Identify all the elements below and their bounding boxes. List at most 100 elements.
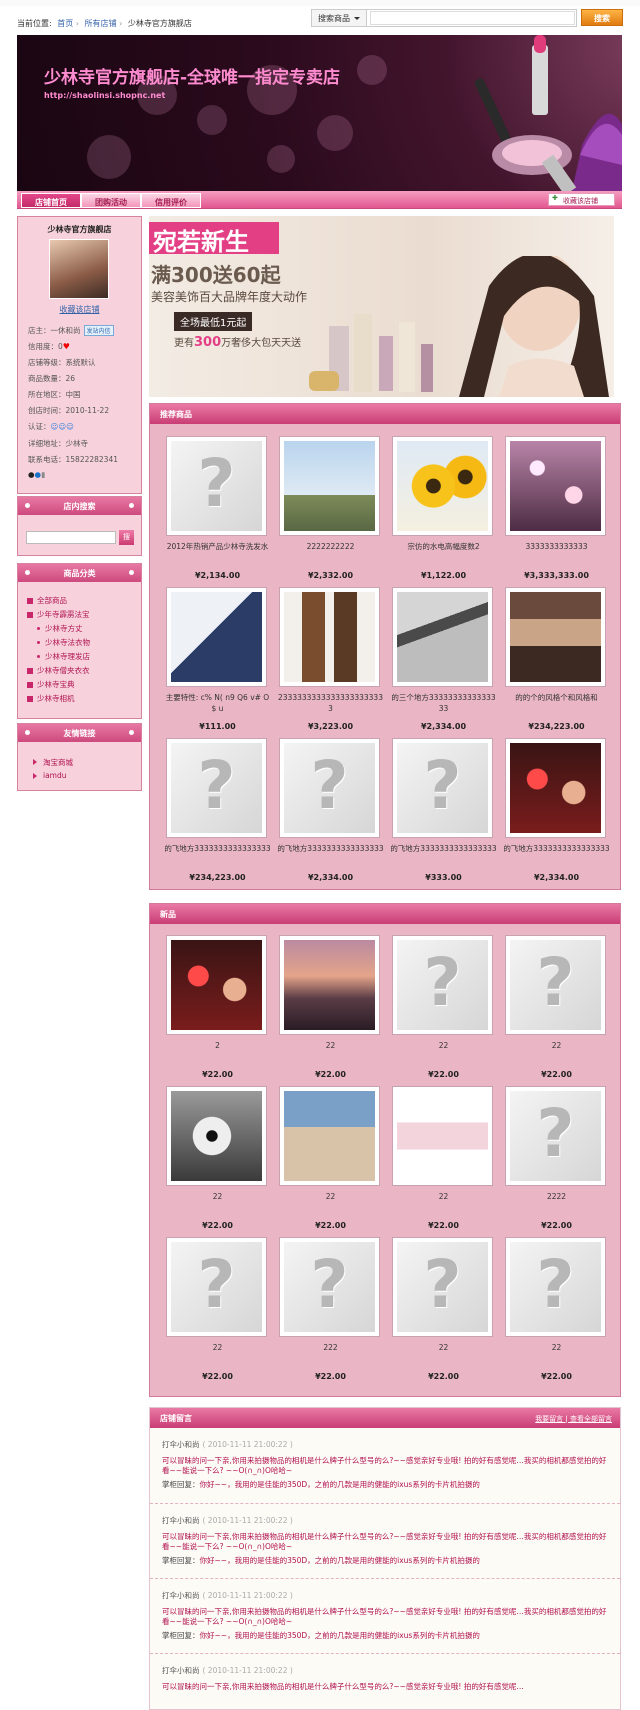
product-image[interactable] — [279, 1237, 380, 1337]
product-name[interactable]: 2222 — [503, 1191, 610, 1213]
product-image[interactable] — [279, 587, 380, 687]
verify-icon: ☺☺☺ — [50, 422, 74, 431]
credit-row: 信用度：0♥ — [28, 342, 70, 351]
product-image[interactable] — [392, 1237, 493, 1337]
product-image[interactable] — [505, 587, 606, 687]
contact-icons[interactable]: ●●▮ — [28, 470, 45, 479]
tab-shop-home[interactable]: 店铺首页 — [21, 193, 81, 208]
product-name[interactable]: 22 — [503, 1040, 610, 1062]
message-item: 打伞小和尚( 2010-11-11 21:00:22 ) 可以冒昧的问一下亲,你… — [162, 1591, 607, 1640]
product-image[interactable] — [392, 436, 493, 536]
product-image[interactable] — [392, 1086, 493, 1186]
created-row: 创店时间：2010-11-22 — [28, 406, 110, 415]
product-name[interactable]: 3333333333333 — [503, 541, 610, 563]
product-image[interactable] — [166, 738, 267, 838]
shop-nav: 店铺首页 团购活动 信用评价 ✚ 收藏该店铺 — [17, 191, 622, 209]
product-name[interactable]: 2222222222 — [277, 541, 384, 563]
friend-link[interactable]: iamdu — [27, 771, 141, 785]
promo-headline: 满300送60起 — [151, 263, 281, 287]
promo-banner[interactable]: 宛若新生 满300送60起 美容美饰百大品牌年度大动作 全场最低1元起 更有30… — [149, 216, 614, 397]
product-image[interactable] — [279, 436, 380, 536]
search-input[interactable] — [370, 11, 575, 25]
category-item[interactable]: 少林寺宝典 — [27, 679, 141, 693]
category-item[interactable]: 少林寺法衣物 — [27, 637, 141, 651]
category-item[interactable]: 少林寺僧夹衣衣 — [27, 665, 141, 679]
product-name[interactable]: 的三个地方3333333333333333 — [390, 692, 497, 714]
breadcrumb-home[interactable]: 首页 — [57, 19, 73, 28]
promo-tag: 全场最低1元起 — [174, 312, 253, 331]
product-image[interactable] — [166, 436, 267, 536]
category-item[interactable]: 少林寺方丈 — [27, 623, 141, 637]
shop-search-button[interactable]: 搜 — [119, 530, 134, 545]
product-name[interactable]: 22 — [164, 1342, 271, 1364]
friend-link[interactable]: 淘宝商城 — [27, 757, 141, 771]
tab-group-buy[interactable]: 团购活动 — [81, 193, 141, 208]
category-item[interactable]: 少林寺理发店 — [27, 651, 141, 665]
product-price: ¥333.00 — [425, 873, 462, 882]
search-button[interactable]: 搜索 — [581, 9, 623, 26]
product-name[interactable]: 的飞地方3333333333333333 — [390, 843, 497, 865]
product-image[interactable] — [166, 587, 267, 687]
product-image[interactable] — [505, 1086, 606, 1186]
product-price: ¥1,122.00 — [420, 571, 467, 580]
message-badge[interactable]: 发站内信 — [83, 325, 114, 336]
product-name[interactable]: 2012年热销产品少林寺洗发水 — [164, 541, 271, 563]
search-scope-select[interactable]: 搜索商品 — [312, 10, 367, 26]
shop-search-input[interactable] — [26, 531, 116, 544]
product-image[interactable] — [392, 587, 493, 687]
product-name[interactable]: 22 — [390, 1191, 497, 1213]
product-name[interactable]: 22 — [277, 1040, 384, 1062]
placeholder-question-icon — [171, 1242, 262, 1332]
product-image[interactable] — [279, 1086, 380, 1186]
breadcrumb-all-shops[interactable]: 所有店铺 — [85, 19, 117, 28]
product-image[interactable] — [279, 738, 380, 838]
category-item[interactable]: 少年寺霹雳法宝 — [27, 609, 141, 623]
placeholder-question-icon — [171, 743, 262, 833]
product-name[interactable]: 22 — [390, 1342, 497, 1364]
leave-message-link[interactable]: 我要留言 — [535, 1415, 563, 1423]
product-image[interactable] — [166, 935, 267, 1035]
product-price: ¥2,334.00 — [533, 873, 580, 882]
product-name[interactable]: 23333333333333333333333 — [277, 692, 384, 714]
owner-row: 店主：一休和尚 发站内信 — [28, 325, 114, 336]
product-name[interactable]: 的飞地方3333333333333333 — [277, 843, 384, 865]
product-image[interactable] — [505, 436, 606, 536]
product-name[interactable]: 22 — [164, 1191, 271, 1213]
product-image[interactable] — [392, 738, 493, 838]
category-item[interactable]: 少林寺相机 — [27, 693, 141, 707]
product-name[interactable]: 的飞地方3333333333333333 — [164, 843, 271, 865]
product-name[interactable]: 22 — [503, 1342, 610, 1364]
product-image[interactable] — [505, 738, 606, 838]
placeholder-question-icon — [171, 441, 262, 531]
product-name[interactable]: 宗仿的水电高幅度数2 — [390, 541, 497, 563]
tab-credit-review[interactable]: 信用评价 — [141, 193, 201, 208]
product-name[interactable]: 的飞地方3333333333333333 — [503, 843, 610, 865]
product-image[interactable] — [166, 1086, 267, 1186]
phone-row: 联系电话：15822282341 — [28, 455, 118, 464]
product-name[interactable]: 的的个的风格个和风格和 — [503, 692, 610, 714]
product-name[interactable]: 22 — [390, 1040, 497, 1062]
room-photo — [510, 592, 601, 682]
links-title: 友情链接 — [18, 724, 141, 742]
product-price: ¥22.00 — [428, 1221, 459, 1230]
placeholder-question-icon — [510, 940, 601, 1030]
product-image[interactable] — [505, 935, 606, 1035]
product-name[interactable]: 22 — [277, 1191, 384, 1213]
heart-icon: ♥ — [62, 342, 70, 351]
product-name[interactable]: 222 — [277, 1342, 384, 1364]
ad-photo — [397, 1091, 488, 1181]
product-image[interactable] — [279, 935, 380, 1035]
product-image[interactable] — [392, 935, 493, 1035]
product-image[interactable] — [166, 1237, 267, 1337]
view-all-messages-link[interactable]: 查看全部留言 — [570, 1415, 612, 1423]
product-name[interactable]: 主要特性: c% N( n9 Q6 v# O$ u — [164, 692, 271, 714]
category-item[interactable]: 全部商品 — [27, 595, 141, 609]
product-price: ¥22.00 — [202, 1221, 233, 1230]
messages-panel: 店铺留言 我要留言 | 查看全部留言 打伞小和尚( 2010-11-11 21:… — [149, 1407, 621, 1710]
product-image[interactable] — [505, 1237, 606, 1337]
favorite-shop-link[interactable]: 收藏该店铺 — [17, 304, 142, 315]
favorite-shop-button[interactable]: ✚ 收藏该店铺 — [548, 193, 615, 206]
lock-icon: ▮ — [41, 470, 46, 479]
product-name[interactable]: 2 — [164, 1040, 271, 1062]
product-price: ¥111.00 — [199, 722, 236, 731]
